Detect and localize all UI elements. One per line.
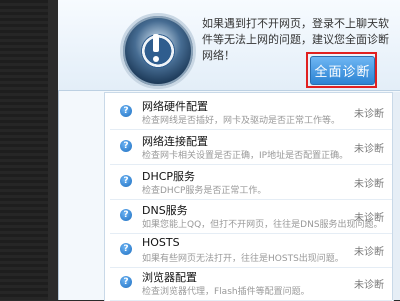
list-item[interactable]: ? DHCP服务 检查DHCP服务是否正常工作。 未诊断: [110, 165, 392, 200]
exclamation-dot-icon: [153, 56, 159, 62]
question-icon: ?: [120, 276, 132, 288]
item-status: 未诊断: [354, 213, 384, 224]
item-desc: 如果您能上QQ，但打不开网页，往往是DNS服务出现问题。: [142, 220, 383, 230]
item-status: 未诊断: [354, 247, 384, 258]
item-status: 未诊断: [354, 280, 384, 291]
question-icon: ?: [120, 243, 132, 255]
background-area: [0, 0, 48, 300]
item-desc: 检查网卡相关设置是否正确，IP地址是否配置正确。: [142, 151, 349, 161]
exclamation-icon: [153, 34, 159, 52]
item-title: HOSTS: [142, 236, 180, 249]
item-status: 未诊断: [354, 109, 384, 120]
item-title: DHCP服务: [142, 170, 196, 183]
item-status: 未诊断: [354, 144, 384, 155]
item-desc: 检查浏览器代理，Flash插件等配置问题。: [142, 287, 310, 297]
item-desc: 检查DHCP服务是否正常工作。: [142, 186, 267, 196]
list-scrollbar[interactable]: [392, 92, 400, 300]
item-desc: 检查网线是否插好，网卡及驱动是否正常工作等。: [142, 116, 341, 126]
list-item[interactable]: ? 浏览器配置 检查浏览器代理，Flash插件等配置问题。 未诊断: [110, 266, 392, 301]
list-item[interactable]: ? HOSTS 如果有些网页无法打开，往往是HOSTS出现问题。 未诊断: [110, 233, 392, 268]
list-item[interactable]: ? DNS服务 如果您能上QQ，但打不开网页，往往是DNS服务出现问题。 未诊断: [110, 199, 392, 234]
question-icon: ?: [120, 175, 132, 187]
item-status: 未诊断: [354, 179, 384, 190]
list-item[interactable]: ? 网络连接配置 检查网卡相关设置是否正确，IP地址是否配置正确。 未诊断: [110, 130, 392, 165]
list-item[interactable]: ? 网络硬件配置 检查网线是否插好，网卡及驱动是否正常工作等。 未诊断: [110, 95, 392, 130]
question-icon: ?: [120, 209, 132, 221]
question-icon: ?: [120, 105, 132, 117]
item-title: 网络连接配置: [142, 135, 208, 148]
item-title: 浏览器配置: [142, 271, 197, 284]
full-diagnose-button[interactable]: 全面诊断: [310, 56, 375, 85]
question-icon: ?: [120, 140, 132, 152]
item-title: DNS服务: [142, 204, 188, 217]
item-desc: 如果有些网页无法打开，往往是HOSTS出现问题。: [142, 254, 344, 264]
item-title: 网络硬件配置: [142, 100, 208, 113]
